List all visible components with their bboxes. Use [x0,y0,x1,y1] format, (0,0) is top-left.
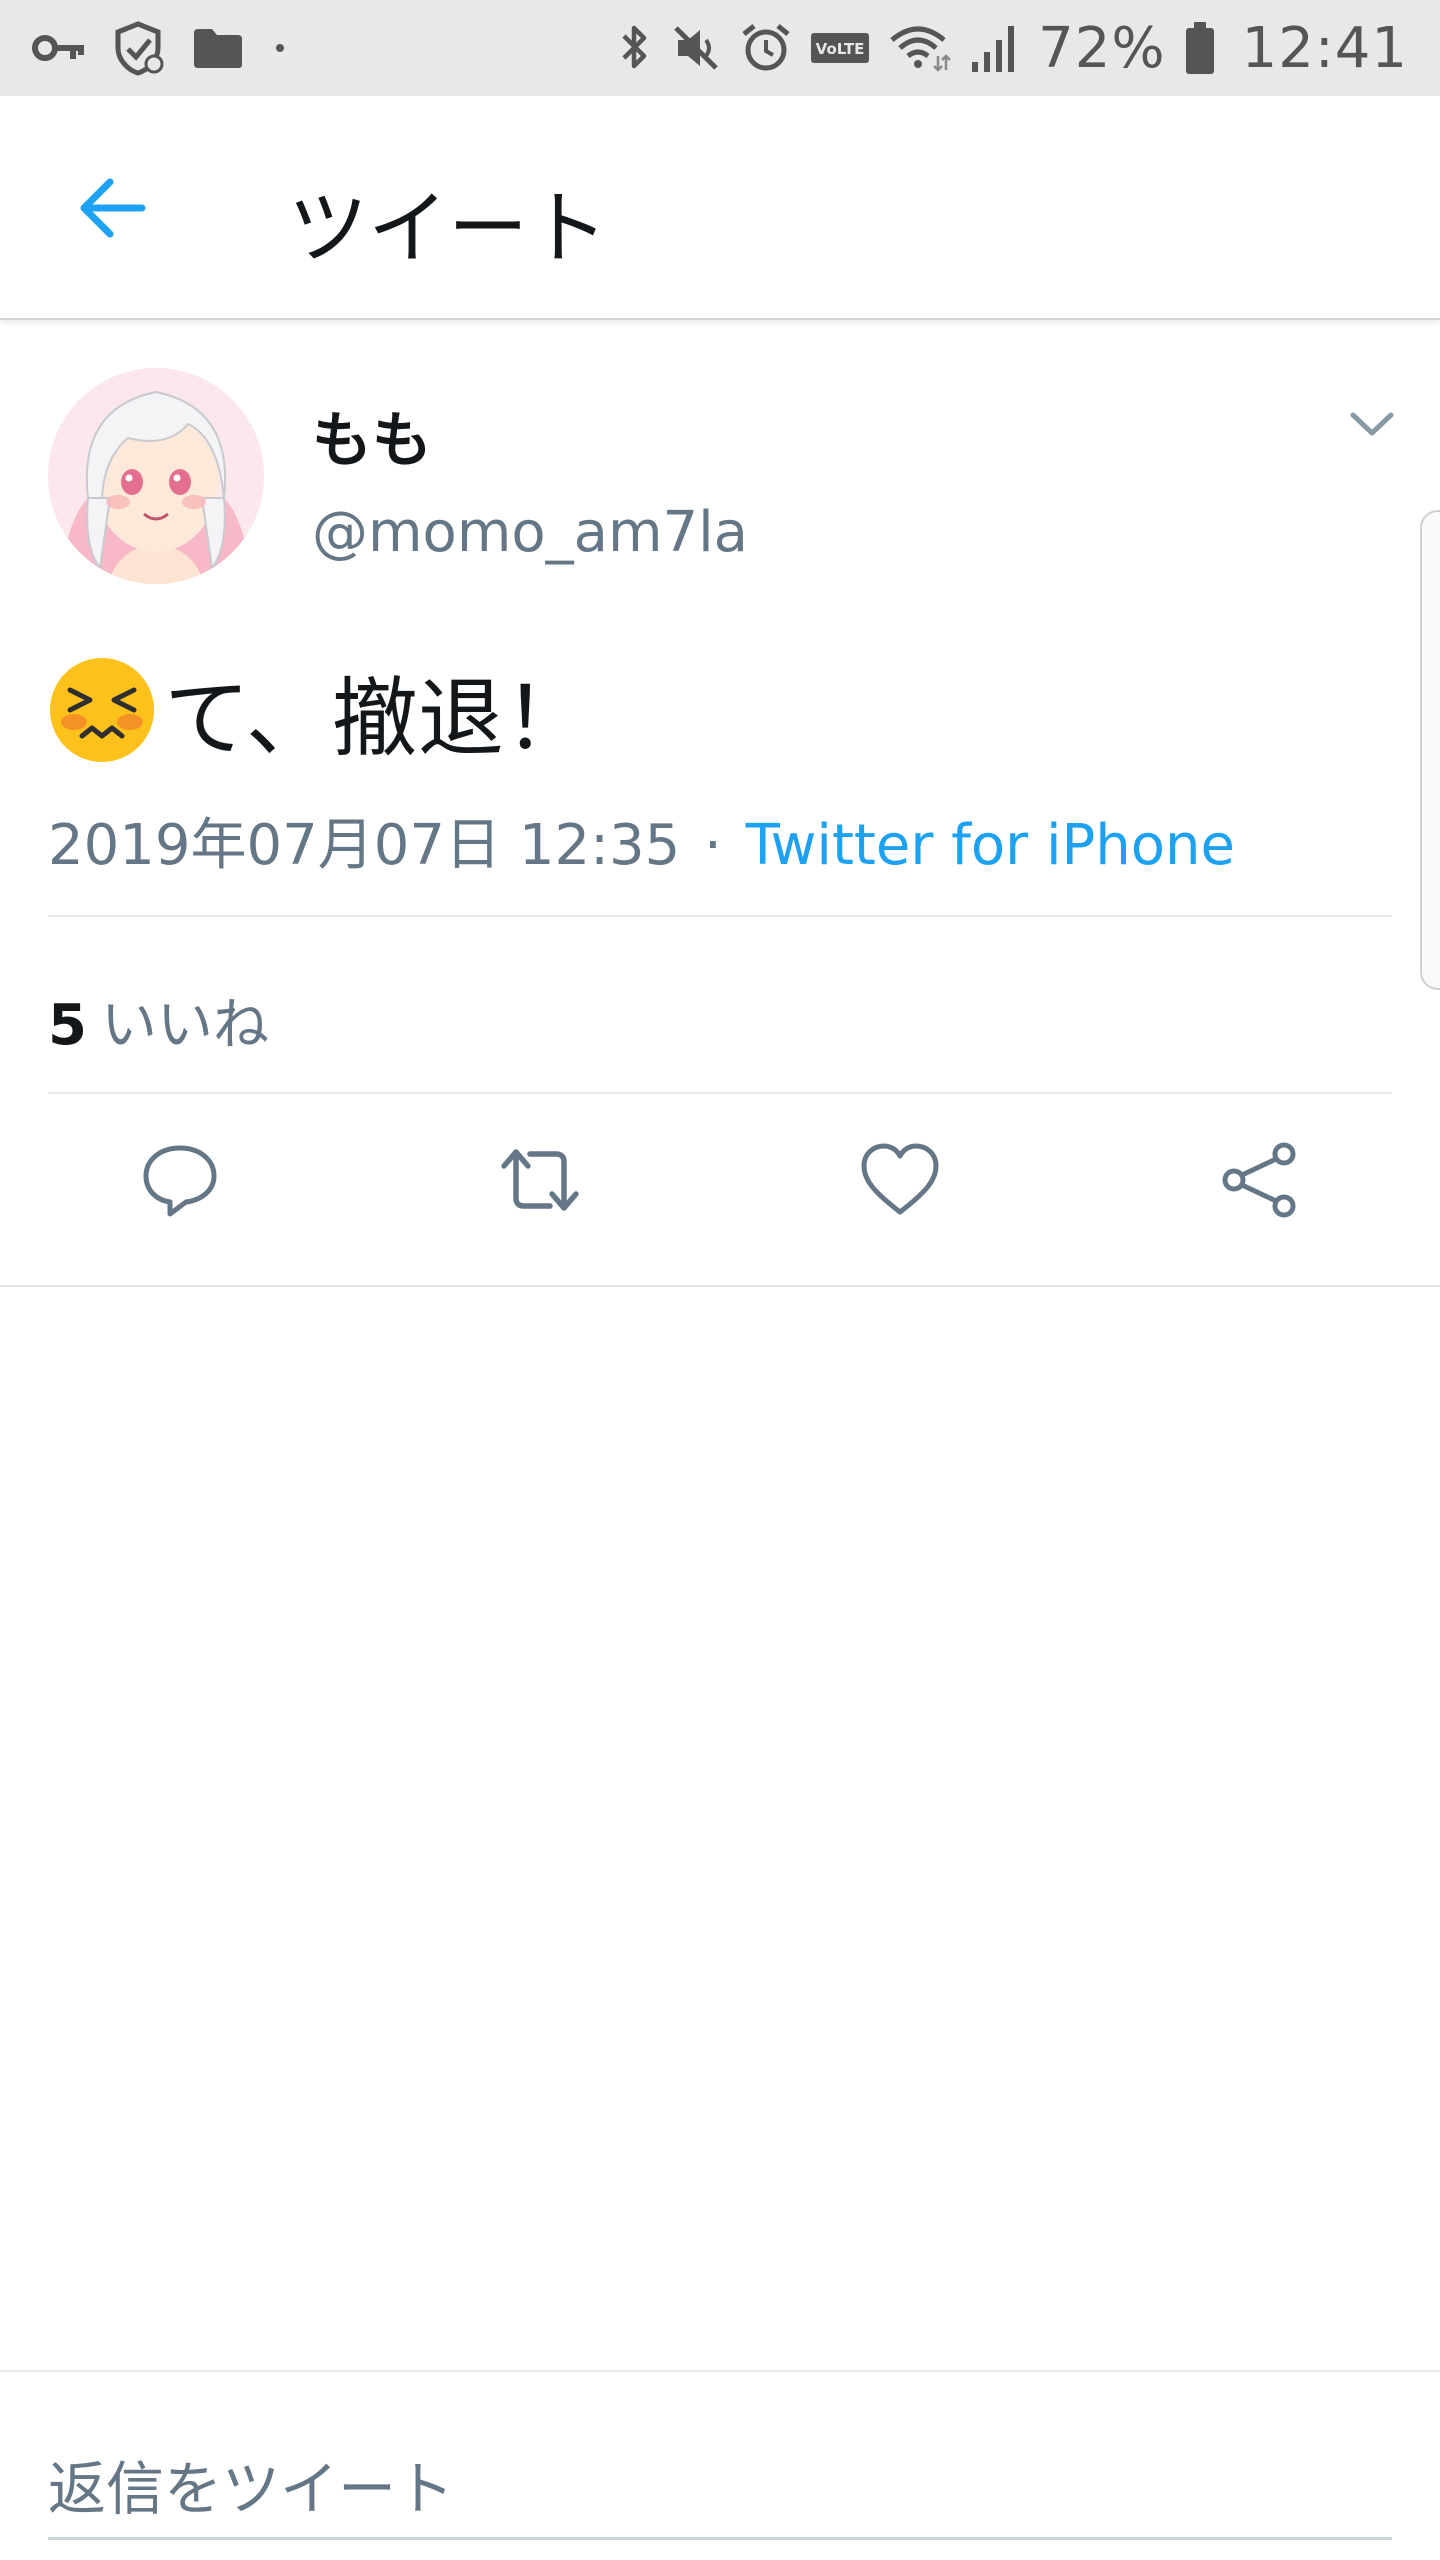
reply-icon [143,1145,217,1217]
user-handle[interactable]: @momo_am7la [312,500,748,565]
meta-separator: · [704,813,722,878]
key-icon [32,33,84,63]
avatar-illustration [48,368,264,584]
mute-icon [670,22,722,74]
divider [48,1092,1392,1094]
likes-label: いいね [100,993,269,1058]
volte-icon: VoLTE [810,31,870,65]
status-left-icons [32,20,290,76]
status-right-icons: VoLTE 72% 12:41 [618,16,1408,81]
back-button[interactable] [72,168,152,248]
volte-label: VoLTE [816,40,865,58]
divider [0,2370,1440,2372]
status-time: 12:41 [1241,15,1408,81]
reply-input[interactable]: 返信をツイート [48,2430,1392,2540]
tweet-menu-button[interactable] [1340,400,1404,448]
tweet-text-content: て、撤退！ [164,668,590,769]
folder-icon [192,27,244,69]
tweet-action-bar [0,1130,1440,1250]
shield-icon [110,20,166,76]
signal-icon [970,22,1020,74]
page-title: ツイート [288,182,608,275]
status-bar: VoLTE 72% 12:41 [0,0,1440,96]
likes-summary[interactable]: 5 いいね [48,980,269,1061]
chevron-down-icon [1350,412,1394,436]
battery-percent: 72% [1038,15,1166,81]
heart-icon [861,1143,939,1215]
dot-icon [270,38,290,58]
divider [0,1285,1440,1287]
tweet-timestamp: 2019年07月07日 12:35 [48,813,681,878]
likes-count: 5 [48,993,87,1058]
reply-button[interactable] [130,1130,230,1230]
like-button[interactable] [850,1130,950,1230]
bluetooth-icon [618,22,652,74]
display-name[interactable]: もも [312,392,432,479]
avatar[interactable] [48,368,264,584]
battery-icon [1184,20,1216,76]
retweet-button[interactable] [490,1130,590,1230]
tweet-text: て、撤退！ [48,650,590,770]
wifi-icon [888,22,952,74]
tweet-meta: 2019年07月07日 12:35 · Twitter for iPhone [48,800,1235,881]
alarm-icon [740,22,792,74]
scroll-handle[interactable] [1420,510,1440,990]
app-header: ツイート [0,96,1440,320]
back-arrow-icon [80,178,146,238]
share-icon [1222,1142,1296,1218]
divider [48,915,1392,917]
confounded-face-icon [50,658,154,762]
share-button[interactable] [1210,1130,1310,1230]
tweet-source-link[interactable]: Twitter for iPhone [746,813,1235,878]
retweet-icon [501,1149,579,1211]
